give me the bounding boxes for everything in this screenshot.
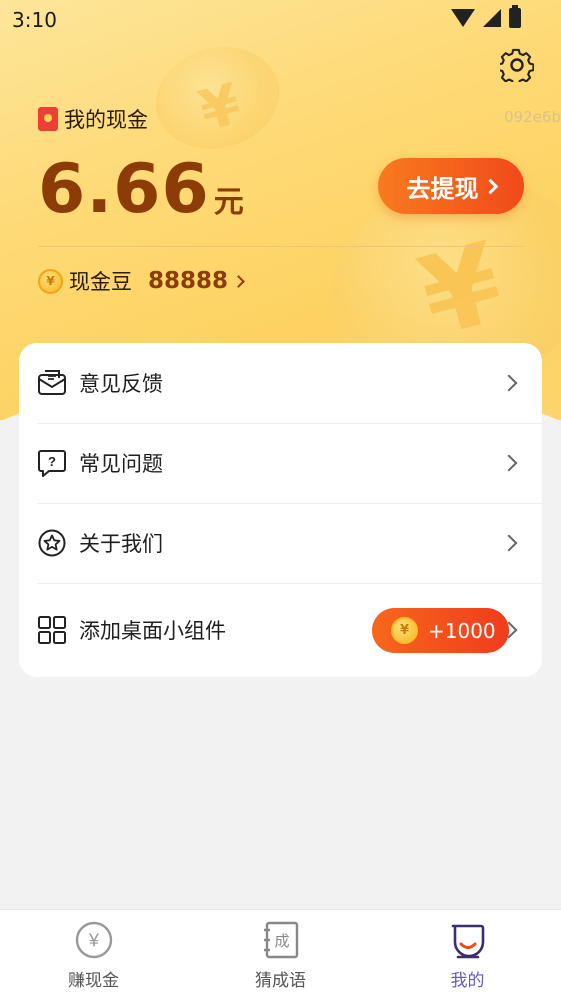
menu-item-label: 添加桌面小组件 bbox=[79, 619, 226, 643]
menu-item-faq[interactable]: ? 常见问题 bbox=[37, 423, 542, 503]
wifi-icon bbox=[451, 9, 475, 27]
settings-button[interactable] bbox=[497, 48, 535, 86]
idiom-book-icon: 成 bbox=[261, 920, 301, 960]
cash-label: 我的现金 bbox=[64, 108, 148, 132]
cash-beans-link[interactable]: ¥ 现金豆 88888 bbox=[38, 264, 245, 298]
status-icons bbox=[451, 5, 521, 28]
status-time: 3:10 bbox=[12, 8, 57, 32]
cash-unit: 元 bbox=[213, 185, 244, 220]
menu-item-add-widget[interactable]: 添加桌面小组件 ¥ +1000 bbox=[37, 583, 542, 677]
menu-item-label: 意见反馈 bbox=[79, 372, 163, 396]
header-divider bbox=[38, 246, 523, 247]
nav-label: 猜成语 bbox=[255, 971, 306, 991]
menu-item-about[interactable]: 关于我们 bbox=[37, 503, 542, 583]
red-packet-icon bbox=[38, 107, 58, 131]
menu-item-feedback[interactable]: 意见反馈 bbox=[37, 343, 542, 423]
yen-coin-icon: ¥ bbox=[74, 920, 114, 960]
beans-label: 现金豆 bbox=[69, 270, 132, 294]
profile-icon bbox=[448, 920, 488, 960]
signal-icon bbox=[483, 9, 501, 27]
battery-icon bbox=[509, 5, 521, 28]
chevron-right-icon bbox=[482, 178, 498, 194]
user-id: 092e6b bbox=[504, 108, 561, 126]
withdraw-button[interactable]: 去提现 bbox=[378, 158, 524, 214]
status-bar: 3:10 bbox=[0, 0, 561, 38]
menu-card: 意见反馈 ? 常见问题 关于我们 添加桌面小组件 ¥ +1000 bbox=[19, 343, 542, 677]
coin-decoration: ¥ bbox=[144, 33, 291, 163]
reward-badge[interactable]: ¥ +1000 bbox=[372, 608, 509, 653]
about-icon bbox=[37, 528, 67, 558]
nav-item-mine[interactable]: 我的 bbox=[374, 910, 561, 999]
chevron-right-icon bbox=[232, 274, 245, 288]
withdraw-label: 去提现 bbox=[406, 174, 479, 203]
svg-text:¥: ¥ bbox=[87, 931, 99, 951]
widget-grid-icon bbox=[37, 615, 67, 645]
svg-text:?: ? bbox=[48, 454, 56, 469]
chevron-right-icon bbox=[500, 454, 518, 472]
yen-coin-icon: ¥ bbox=[391, 617, 418, 644]
cash-amount: 6.66 元 bbox=[38, 150, 244, 229]
faq-icon: ? bbox=[37, 448, 67, 478]
yen-coin-icon: ¥ bbox=[38, 268, 63, 294]
cash-title: 我的现金 bbox=[38, 104, 148, 134]
cash-value: 6.66 bbox=[38, 150, 210, 229]
chevron-right-icon bbox=[500, 534, 518, 552]
bottom-nav: ¥ 赚现金 成 猜成语 我的 bbox=[0, 909, 561, 999]
nav-label: 赚现金 bbox=[68, 971, 119, 991]
chevron-right-icon bbox=[500, 374, 518, 392]
beans-value: 88888 bbox=[148, 268, 229, 294]
feedback-icon bbox=[37, 368, 67, 398]
svg-text:成: 成 bbox=[274, 932, 289, 950]
nav-item-earn-cash[interactable]: ¥ 赚现金 bbox=[0, 910, 187, 999]
menu-item-label: 关于我们 bbox=[79, 532, 163, 556]
nav-item-guess-idiom[interactable]: 成 猜成语 bbox=[187, 910, 374, 999]
reward-value: +1000 bbox=[428, 618, 496, 643]
gear-icon bbox=[497, 48, 535, 86]
nav-label: 我的 bbox=[450, 971, 485, 991]
menu-item-label: 常见问题 bbox=[79, 452, 163, 476]
